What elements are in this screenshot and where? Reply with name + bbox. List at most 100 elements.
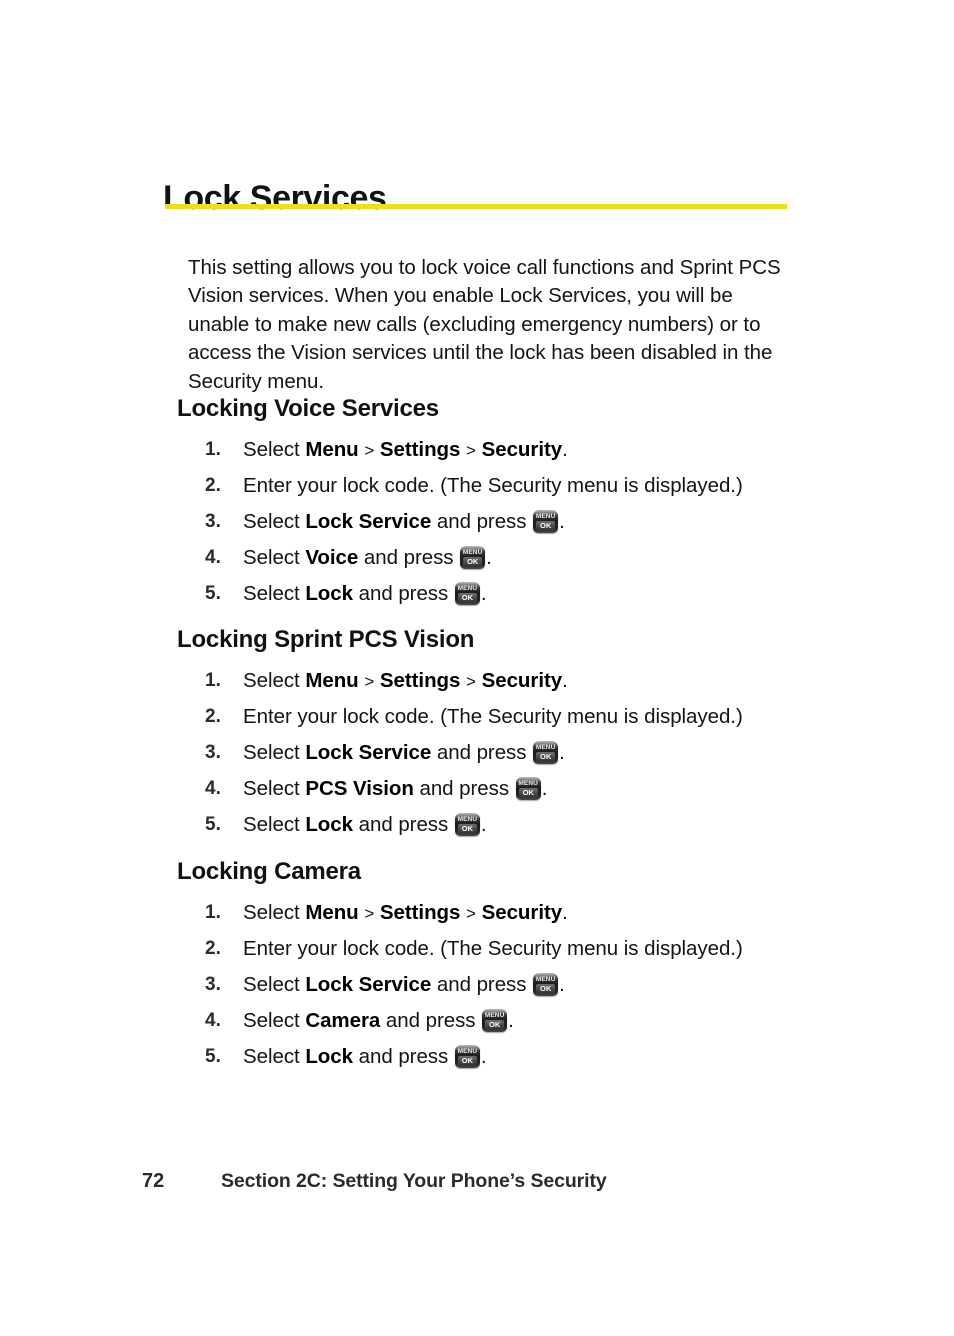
page-title: Lock Services (163, 178, 387, 217)
emphasis-text: Security (481, 438, 563, 461)
menu-ok-key-top-label: MENU (457, 816, 478, 823)
step-text: Select Camera and press MENU OK. (243, 1009, 514, 1032)
manual-page: Lock Services This setting allows you to… (0, 0, 954, 1336)
menu-ok-key-icon: MENU OK (482, 1009, 508, 1032)
step-text: Select Lock and press MENU OK. (243, 1045, 487, 1068)
step-number: 5. (205, 814, 221, 835)
step-number: 1. (205, 902, 221, 923)
step-item: 2. Enter your lock code. (The Security me… (0, 699, 954, 735)
step-text: Select Lock Service and press MENU OK. (243, 510, 565, 533)
step-item: 2. Enter your lock code. (The Security me… (0, 468, 954, 504)
step-number: 3. (205, 742, 221, 763)
breadcrumb-chevron-icon: > (461, 904, 481, 923)
menu-ok-key-top-label: MENU (535, 513, 556, 520)
section-heading: Locking Voice Services (177, 395, 439, 422)
step-list: 1. Select Menu > Settings > Security. 2. En… (0, 895, 954, 1075)
step-text: Select Lock Service and press MENU OK. (243, 741, 565, 764)
emphasis-text: Menu (305, 438, 359, 461)
emphasis-text: Security (481, 669, 563, 692)
step-item: 3. Select Lock Service and press MENU OK. (0, 504, 954, 540)
breadcrumb-chevron-icon: > (359, 904, 379, 923)
page-footer: 72 Section 2C: Setting Your Phone’s Secu… (0, 1170, 954, 1200)
step-list: 1. Select Menu > Settings > Security. 2. En… (0, 663, 954, 843)
step-number: 3. (205, 511, 221, 532)
title-underline-rule (165, 204, 787, 209)
intro-paragraph: This setting allows you to lock voice ca… (188, 255, 781, 393)
menu-ok-key-bottom-label: OK (485, 1020, 505, 1029)
step-text: Enter your lock code. (The Security menu… (243, 705, 743, 728)
emphasis-text: Security (481, 901, 563, 924)
step-text: Select Menu > Settings > Security. (243, 901, 568, 924)
step-number: 2. (205, 475, 221, 496)
step-number: 4. (205, 1010, 221, 1031)
menu-ok-key-icon: MENU OK (533, 741, 559, 764)
breadcrumb-chevron-icon: > (359, 672, 379, 691)
emphasis-text: Lock (305, 813, 353, 836)
breadcrumb-chevron-icon: > (461, 672, 481, 691)
step-text: Select PCS Vision and press MENU OK. (243, 777, 548, 800)
step-number: 4. (205, 778, 221, 799)
footer-section-label: Section 2C: Setting Your Phone’s Securit… (221, 1170, 607, 1192)
footer-page-number: 72 (142, 1170, 165, 1192)
menu-ok-key-top-label: MENU (462, 549, 483, 556)
step-number: 3. (205, 974, 221, 995)
menu-ok-key-icon: MENU OK (460, 546, 486, 569)
emphasis-text: Lock Service (305, 510, 432, 533)
emphasis-text: Settings (379, 901, 461, 924)
emphasis-text: Menu (305, 669, 359, 692)
emphasis-text: Settings (379, 669, 461, 692)
menu-ok-key-top-label: MENU (518, 780, 538, 787)
step-number: 4. (205, 547, 221, 568)
step-item: 1. Select Menu > Settings > Security. (0, 895, 954, 931)
step-text: Select Lock and press MENU OK. (243, 582, 487, 605)
emphasis-text: Lock (305, 1045, 353, 1068)
step-item: 4. Select Camera and press MENU OK. (0, 1003, 954, 1039)
emphasis-text: Lock Service (305, 973, 432, 996)
menu-ok-key-icon: MENU OK (454, 1045, 480, 1068)
emphasis-text: Lock Service (305, 741, 432, 764)
step-item: 3. Select Lock Service and press MENU OK. (0, 735, 954, 771)
step-item: 1. Select Menu > Settings > Security. (0, 432, 954, 468)
step-text: Select Menu > Settings > Security. (243, 438, 568, 461)
menu-ok-key-icon: MENU OK (533, 510, 559, 533)
step-text: Select Lock Service and press MENU OK. (243, 973, 565, 996)
step-list: 1. Select Menu > Settings > Security. 2. En… (0, 432, 954, 612)
step-text: Select Lock and press MENU OK. (243, 813, 487, 836)
menu-ok-key-top-label: MENU (457, 1048, 478, 1055)
step-text: Select Menu > Settings > Security. (243, 669, 568, 692)
emphasis-text: Camera (305, 1009, 381, 1032)
emphasis-text: PCS Vision (305, 777, 414, 800)
step-item: 5. Select Lock and press MENU OK. (0, 1039, 954, 1075)
step-item: 2. Enter your lock code. (The Security me… (0, 931, 954, 967)
breadcrumb-chevron-icon: > (461, 441, 481, 460)
menu-ok-key-bottom-label: OK (457, 593, 477, 602)
menu-ok-key-icon: MENU OK (515, 777, 541, 800)
menu-ok-key-bottom-label: OK (536, 752, 556, 761)
step-text: Enter your lock code. (The Security menu… (243, 937, 743, 960)
menu-ok-key-icon: MENU OK (454, 813, 480, 836)
step-item: 5. Select Lock and press MENU OK. (0, 807, 954, 843)
menu-ok-key-bottom-label: OK (457, 824, 477, 833)
menu-ok-key-bottom-label: OK (536, 984, 556, 993)
step-number: 2. (205, 706, 221, 727)
breadcrumb-chevron-icon: > (359, 441, 379, 460)
menu-ok-key-top-label: MENU (535, 976, 556, 983)
step-number: 5. (205, 1046, 221, 1067)
menu-ok-key-icon: MENU OK (454, 582, 480, 605)
step-item: 3. Select Lock Service and press MENU OK. (0, 967, 954, 1003)
step-number: 5. (205, 583, 221, 604)
emphasis-text: Menu (305, 901, 359, 924)
menu-ok-key-bottom-label: OK (518, 788, 538, 797)
menu-ok-key-icon: MENU OK (533, 973, 559, 996)
step-item: 5. Select Lock and press MENU OK. (0, 576, 954, 612)
emphasis-text: Settings (379, 438, 461, 461)
section-heading: Locking Camera (177, 858, 361, 885)
menu-ok-key-top-label: MENU (484, 1012, 505, 1019)
step-item: 4. Select Voice and press MENU OK. (0, 540, 954, 576)
menu-ok-key-bottom-label: OK (536, 521, 556, 530)
emphasis-text: Lock (305, 582, 353, 605)
menu-ok-key-top-label: MENU (535, 744, 556, 751)
emphasis-text: Voice (305, 546, 359, 569)
step-item: 1. Select Menu > Settings > Security. (0, 663, 954, 699)
step-text: Enter your lock code. (The Security menu… (243, 474, 743, 497)
